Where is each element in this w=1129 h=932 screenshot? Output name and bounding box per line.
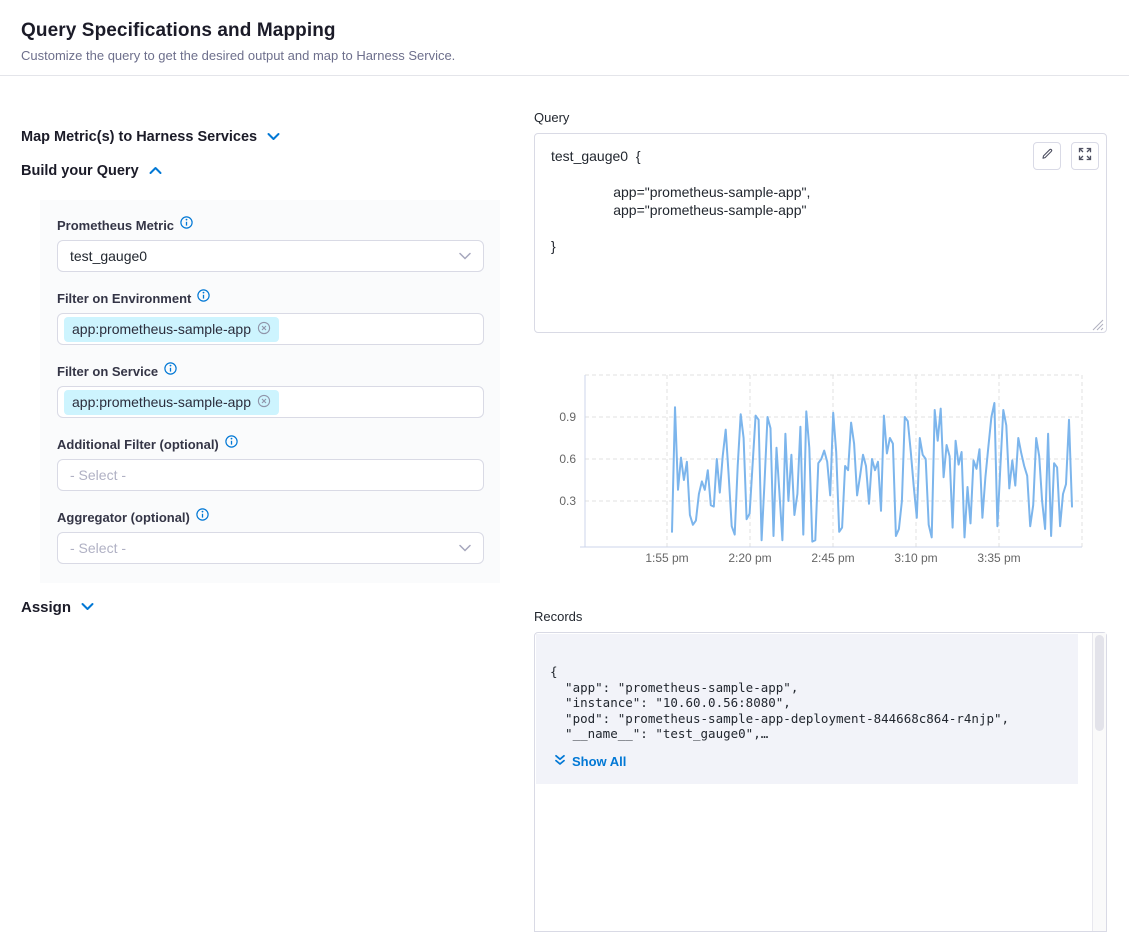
- query-text[interactable]: test_gauge0 { app="prometheus-sample-app…: [535, 134, 1106, 268]
- prometheus-metric-value: test_gauge0: [70, 248, 147, 264]
- records-scrollbar-thumb[interactable]: [1095, 635, 1104, 731]
- line-chart-canvas: 0.3 0.6 0.9 1:55 pm 2:20 pm 2:45 pm 3:10 pm 3:3…: [534, 370, 1107, 570]
- edit-query-button[interactable]: [1033, 142, 1061, 170]
- prometheus-metric-label: Prometheus Metric: [57, 218, 174, 233]
- field-aggregator: Aggregator (optional) - Select -: [57, 508, 483, 564]
- prometheus-metric-select[interactable]: test_gauge0: [57, 240, 484, 272]
- filter-environment-input[interactable]: app:prometheus-sample-app: [57, 313, 484, 345]
- records-panel: { "app": "prometheus-sample-app", "insta…: [534, 632, 1107, 932]
- filter-environment-label: Filter on Environment: [57, 291, 191, 306]
- info-icon[interactable]: [225, 435, 238, 453]
- field-additional-filter: Additional Filter (optional) - Select -: [57, 435, 483, 491]
- svg-text:1:55 pm: 1:55 pm: [645, 551, 688, 565]
- double-chevron-down-icon: [554, 754, 566, 769]
- svg-text:2:45 pm: 2:45 pm: [811, 551, 854, 565]
- filter-service-input[interactable]: app:prometheus-sample-app: [57, 386, 484, 418]
- chevron-down-icon: [267, 128, 280, 146]
- aggregator-label: Aggregator (optional): [57, 510, 190, 525]
- chevron-down-icon: [459, 539, 471, 557]
- field-filter-service: Filter on Service app:prometheus-sample-…: [57, 362, 483, 418]
- field-filter-environment: Filter on Environment app:prometheus-sam…: [57, 289, 483, 345]
- field-prometheus-metric: Prometheus Metric test_gauge0: [57, 216, 483, 272]
- svg-text:0.3: 0.3: [559, 494, 576, 508]
- svg-text:2:20 pm: 2:20 pm: [728, 551, 771, 565]
- metric-timeseries-chart: 0.3 0.6 0.9 1:55 pm 2:20 pm 2:45 pm 3:10 pm 3:3…: [534, 370, 1107, 570]
- filter-service-tag: app:prometheus-sample-app: [64, 390, 279, 415]
- header-divider: [0, 75, 1129, 76]
- section-map-metrics-toggle[interactable]: Map Metric(s) to Harness Services: [21, 128, 280, 146]
- info-icon[interactable]: [180, 216, 193, 234]
- info-icon[interactable]: [164, 362, 177, 380]
- additional-filter-label: Additional Filter (optional): [57, 437, 219, 452]
- section-map-metrics-label: Map Metric(s) to Harness Services: [21, 129, 257, 145]
- show-all-link[interactable]: Show All: [554, 754, 626, 769]
- remove-tag-icon[interactable]: [257, 394, 271, 411]
- svg-text:0.6: 0.6: [559, 452, 576, 466]
- section-build-query-label: Build your Query: [21, 163, 139, 179]
- query-section-label: Query: [534, 110, 569, 125]
- chevron-up-icon: [149, 162, 162, 180]
- resize-handle[interactable]: [1092, 318, 1104, 330]
- section-assign-toggle[interactable]: Assign: [21, 598, 94, 616]
- svg-text:3:35 pm: 3:35 pm: [977, 551, 1020, 565]
- svg-text:3:10 pm: 3:10 pm: [894, 551, 937, 565]
- fullscreen-icon: [1078, 147, 1092, 166]
- section-build-query-toggle[interactable]: Build your Query: [21, 162, 162, 180]
- page-subtitle: Customize the query to get the desired o…: [21, 48, 455, 63]
- record-item: { "app": "prometheus-sample-app", "insta…: [536, 634, 1078, 784]
- section-assign-label: Assign: [21, 599, 71, 616]
- chevron-down-icon: [81, 598, 94, 616]
- aggregator-select[interactable]: - Select -: [57, 532, 484, 564]
- additional-filter-input[interactable]: - Select -: [57, 459, 484, 491]
- show-all-label: Show All: [572, 754, 626, 769]
- records-scrollbar[interactable]: [1092, 633, 1106, 931]
- aggregator-placeholder: - Select -: [70, 540, 126, 556]
- svg-text:0.9: 0.9: [559, 410, 576, 424]
- info-icon[interactable]: [196, 508, 209, 526]
- filter-environment-tag: app:prometheus-sample-app: [64, 317, 279, 342]
- build-query-form-panel: Prometheus Metric test_gauge0 Filter on …: [40, 200, 500, 583]
- chevron-down-icon: [459, 247, 471, 265]
- pencil-icon: [1040, 147, 1054, 166]
- record-json: { "app": "prometheus-sample-app", "insta…: [550, 664, 1064, 742]
- page-title: Query Specifications and Mapping: [21, 20, 336, 42]
- info-icon[interactable]: [197, 289, 210, 307]
- expand-query-button[interactable]: [1071, 142, 1099, 170]
- additional-filter-placeholder: - Select -: [70, 467, 126, 483]
- remove-tag-icon[interactable]: [257, 321, 271, 338]
- records-section-label: Records: [534, 609, 582, 624]
- filter-service-label: Filter on Service: [57, 364, 158, 379]
- query-editor[interactable]: test_gauge0 { app="prometheus-sample-app…: [534, 133, 1107, 333]
